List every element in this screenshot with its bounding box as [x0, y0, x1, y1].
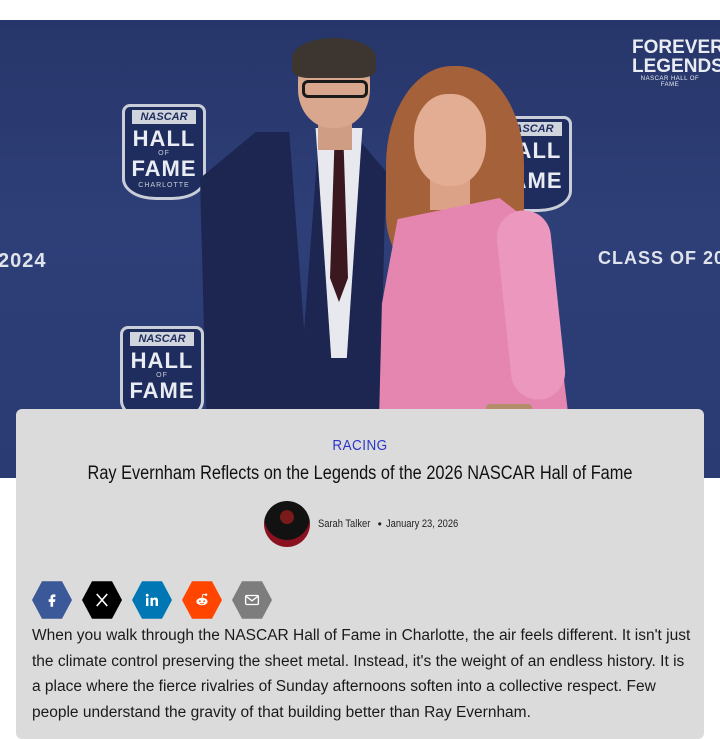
byline-separator: • — [377, 517, 382, 531]
facebook-share-button[interactable] — [32, 581, 72, 619]
linkedin-share-button[interactable] — [132, 581, 172, 619]
share-buttons — [32, 580, 272, 620]
x-share-button[interactable] — [82, 581, 122, 619]
reddit-share-button[interactable] — [182, 581, 222, 619]
linkedin-icon — [145, 593, 158, 606]
x-icon — [96, 593, 108, 607]
forever-legends-logo: FOREVER LEGENDS NASCAR HALL OF FAME — [632, 37, 720, 88]
article-title: Ray Evernham Reflects on the Legends of … — [87, 463, 633, 484]
year-text: 2024 — [0, 250, 47, 272]
reddit-icon — [196, 593, 208, 606]
glasses — [302, 80, 368, 98]
author-avatar[interactable] — [264, 501, 310, 547]
email-share-button[interactable] — [232, 581, 272, 619]
facebook-icon — [48, 594, 56, 607]
article-card: RACING Ray Evernham Reflects on the Lege… — [16, 409, 704, 739]
byline: Sarah Talker • January 23, 2026 — [264, 501, 471, 547]
class-of-text: CLASS OF 2024 — [598, 248, 720, 268]
article-body: When you walk through the NASCAR Hall of… — [32, 627, 691, 721]
hall-of-fame-logo: NASCAR HALL OF FAME — [120, 326, 204, 422]
publish-date: January 23, 2026 — [385, 518, 459, 530]
hall-of-fame-logo: NASCAR HALL OF FAME CHARLOTTE — [122, 104, 206, 200]
email-icon — [244, 594, 260, 606]
category-link[interactable]: RACING — [50, 437, 669, 454]
author-name[interactable]: Sarah Talker — [318, 518, 370, 530]
